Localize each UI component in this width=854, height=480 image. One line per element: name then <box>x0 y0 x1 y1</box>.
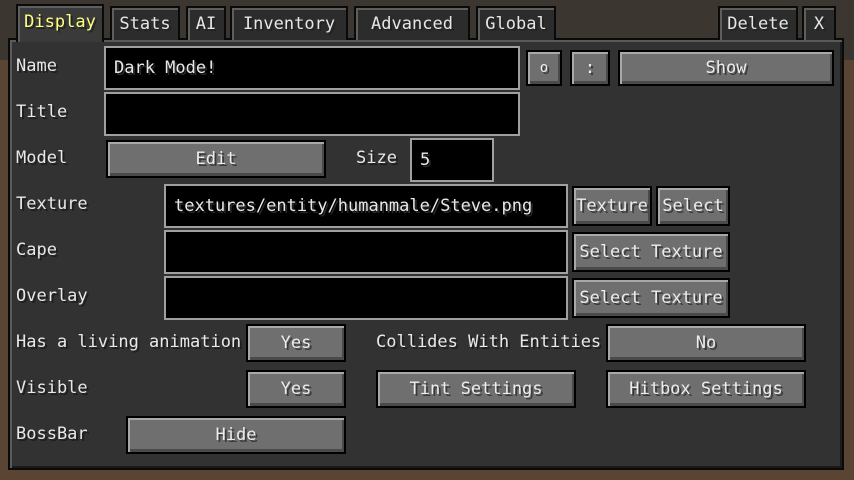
tab-ai[interactable]: AI <box>186 6 226 40</box>
bossbar-label: BossBar <box>16 424 88 444</box>
close-button[interactable]: X <box>802 6 836 40</box>
tab-display[interactable]: Display <box>16 4 104 42</box>
overlay-input[interactable] <box>164 276 568 320</box>
size-label: Size <box>356 148 397 168</box>
texture-select-button[interactable]: Select <box>656 186 730 226</box>
cape-input[interactable] <box>164 230 568 274</box>
name-more-button[interactable]: : <box>570 50 610 86</box>
collides-label: Collides With Entities <box>376 332 602 352</box>
name-input[interactable]: Dark Mode! <box>104 46 520 90</box>
title-label: Title <box>16 102 68 122</box>
tab-global[interactable]: Global <box>476 6 556 40</box>
cape-label: Cape <box>16 240 57 260</box>
hitbox-settings-button[interactable]: Hitbox Settings <box>606 370 806 408</box>
visible-label: Visible <box>16 378 88 398</box>
collides-toggle[interactable]: No <box>606 324 806 362</box>
texture-label: Texture <box>16 194 88 214</box>
texture-button[interactable]: Texture <box>572 186 652 226</box>
visible-toggle[interactable]: Yes <box>246 370 346 408</box>
tab-inventory[interactable]: Inventory <box>230 6 348 40</box>
living-animation-toggle[interactable]: Yes <box>246 324 346 362</box>
cape-select-texture-button[interactable]: Select Texture <box>572 232 730 272</box>
tint-settings-button[interactable]: Tint Settings <box>376 370 576 408</box>
title-input[interactable] <box>104 92 520 136</box>
texture-input[interactable]: textures/entity/humanmale/Steve.png <box>164 184 568 228</box>
tab-stats[interactable]: Stats <box>110 6 180 40</box>
bossbar-toggle[interactable]: Hide <box>126 416 346 454</box>
living-animation-label: Has a living animation <box>16 332 242 352</box>
overlay-select-texture-button[interactable]: Select Texture <box>572 278 730 318</box>
name-label: Name <box>16 56 57 76</box>
model-label: Model <box>16 148 68 168</box>
overlay-label: Overlay <box>16 286 88 306</box>
tab-advanced[interactable]: Advanced <box>354 6 470 40</box>
delete-button[interactable]: Delete <box>718 6 798 40</box>
edit-model-button[interactable]: Edit <box>106 140 326 178</box>
size-input[interactable]: 5 <box>410 138 494 182</box>
name-option-button[interactable]: o <box>526 50 562 86</box>
show-name-button[interactable]: Show <box>618 50 834 86</box>
